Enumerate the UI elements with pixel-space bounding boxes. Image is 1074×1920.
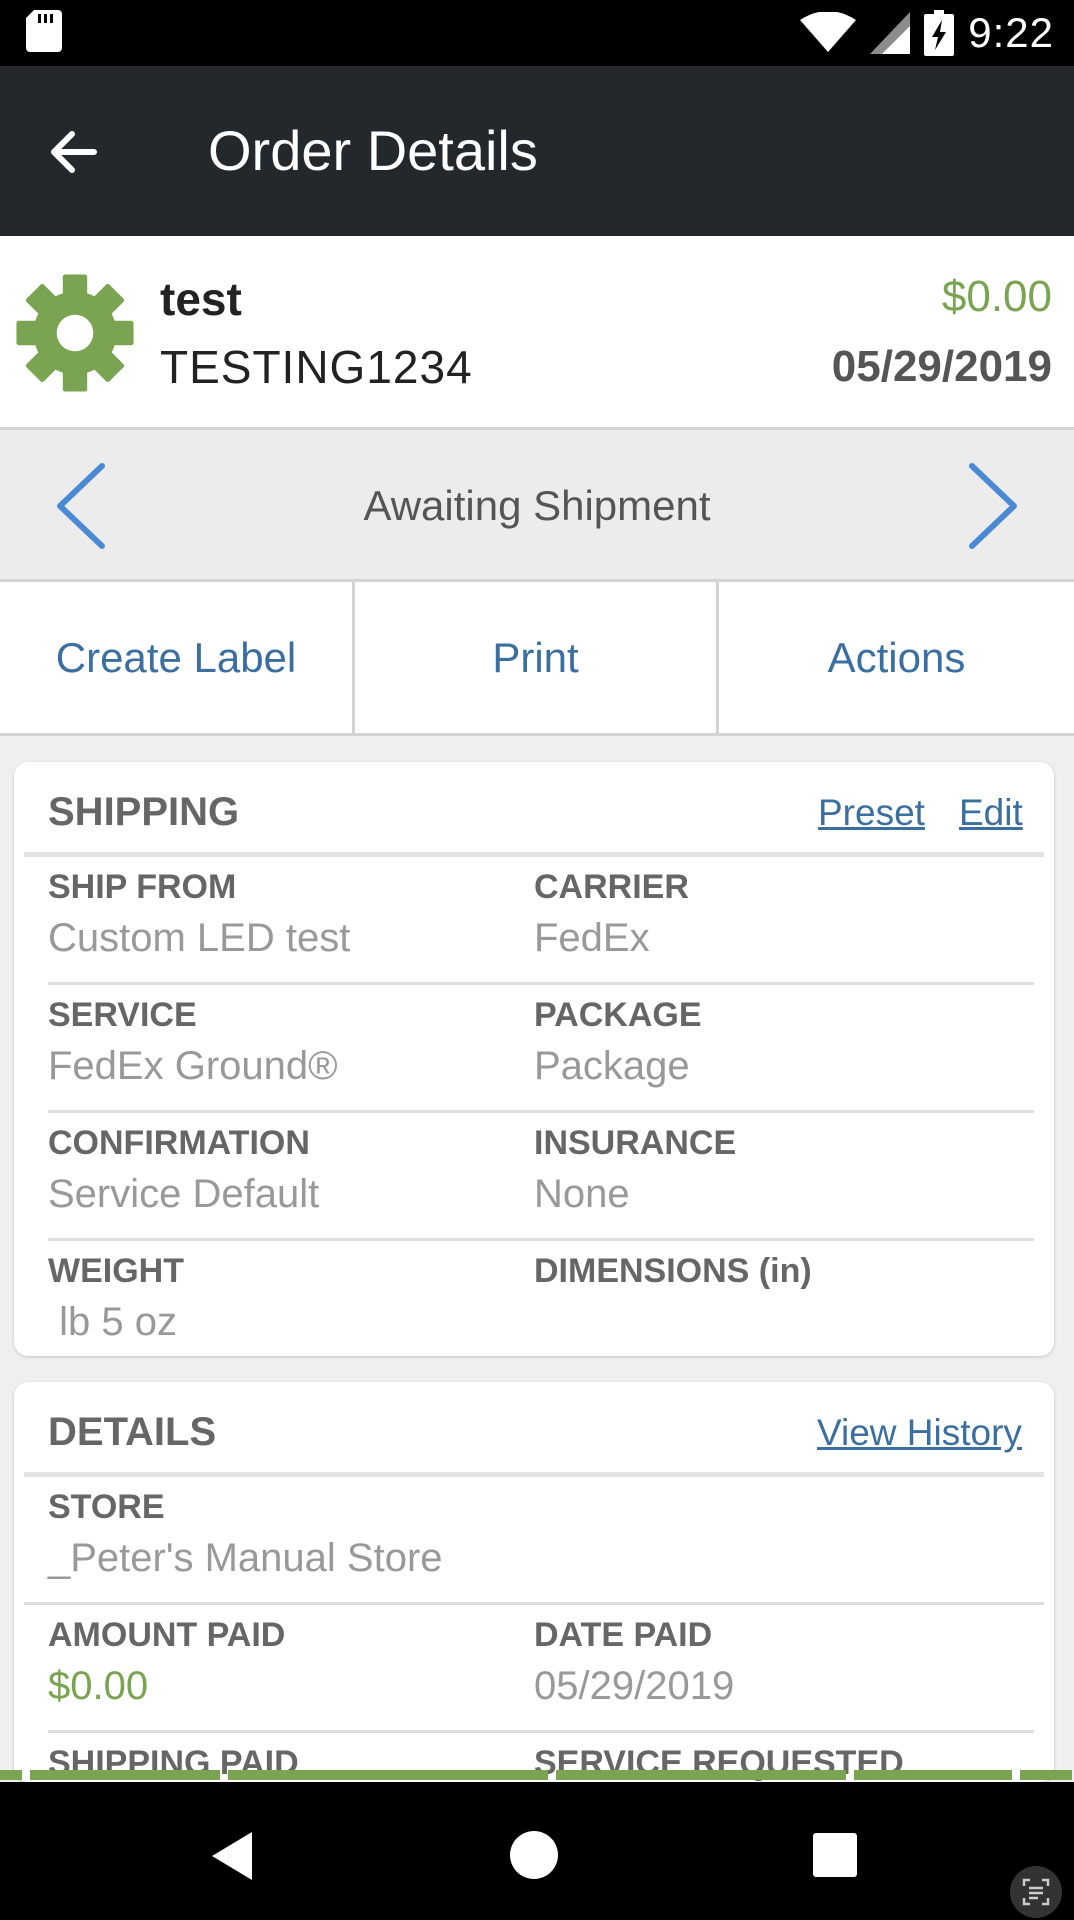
dimensions-label: DIMENSIONS (in) bbox=[534, 1252, 812, 1290]
package-value: Package bbox=[534, 1044, 690, 1088]
package-label: PACKAGE bbox=[534, 996, 702, 1034]
date-paid-label: DATE PAID bbox=[534, 1616, 713, 1654]
status-bar: 9:22 bbox=[0, 0, 1074, 66]
order-date: 05/29/2019 bbox=[831, 342, 1052, 391]
battery-charging-icon bbox=[924, 10, 955, 56]
confirmation-value: Service Default bbox=[48, 1172, 320, 1216]
store-label: STORE bbox=[48, 1488, 165, 1526]
confirmation-label: CONFIRMATION bbox=[48, 1124, 310, 1162]
edit-link[interactable]: Edit bbox=[959, 792, 1023, 834]
screen-text-icon[interactable] bbox=[1010, 1866, 1062, 1918]
ship-from-value: Custom LED test bbox=[48, 916, 351, 960]
signal-icon bbox=[870, 12, 911, 54]
sd-card-icon bbox=[26, 10, 62, 52]
carrier-value: FedEx bbox=[534, 916, 650, 960]
app-bar: Order Details bbox=[0, 66, 1074, 236]
order-number: TESTING1234 bbox=[160, 341, 473, 393]
order-status: Awaiting Shipment bbox=[363, 482, 711, 529]
amount-paid-label: AMOUNT PAID bbox=[48, 1616, 286, 1654]
progress-strip bbox=[0, 1770, 1074, 1782]
shipping-card: SHIPPING Preset Edit SHIP FROM Custom LE… bbox=[14, 762, 1054, 1356]
service-value: FedEx Ground® bbox=[48, 1044, 338, 1088]
insurance-label: INSURANCE bbox=[534, 1124, 737, 1162]
actions-button[interactable]: Actions bbox=[716, 582, 1074, 733]
carrier-label: CARRIER bbox=[534, 868, 689, 906]
view-history-link[interactable]: View History bbox=[817, 1412, 1022, 1454]
divider bbox=[24, 1472, 1044, 1477]
details-card: DETAILS View History STORE _Peter's Manu… bbox=[14, 1382, 1054, 1782]
page-title: Order Details bbox=[208, 119, 538, 182]
chevron-right-icon[interactable] bbox=[964, 460, 1024, 552]
weight-label: WEIGHT bbox=[48, 1252, 184, 1290]
order-customer-name: test bbox=[160, 273, 242, 325]
divider bbox=[24, 1602, 1044, 1605]
gear-icon bbox=[16, 274, 134, 392]
home-circle-icon[interactable] bbox=[509, 1830, 559, 1880]
weight-value: lb 5 oz bbox=[48, 1300, 177, 1344]
divider bbox=[48, 1238, 1034, 1241]
print-button[interactable]: Print bbox=[352, 582, 716, 733]
divider bbox=[48, 1730, 1034, 1733]
back-triangle-icon[interactable] bbox=[208, 1830, 256, 1882]
status-switcher: Awaiting Shipment bbox=[0, 430, 1074, 582]
order-header: test TESTING1234 $0.00 05/29/2019 bbox=[0, 236, 1074, 430]
amount-paid-value: $0.00 bbox=[48, 1664, 149, 1708]
date-paid-value: 05/29/2019 bbox=[534, 1664, 735, 1708]
order-amount: $0.00 bbox=[941, 272, 1052, 321]
divider bbox=[24, 852, 1044, 857]
recents-square-icon[interactable] bbox=[812, 1832, 858, 1878]
divider bbox=[48, 982, 1034, 985]
insurance-value: None bbox=[534, 1172, 630, 1216]
create-label-button[interactable]: Create Label bbox=[0, 582, 352, 733]
shipping-title: SHIPPING bbox=[48, 790, 240, 834]
clock: 9:22 bbox=[968, 9, 1054, 56]
service-label: SERVICE bbox=[48, 996, 197, 1034]
system-nav-bar bbox=[0, 1782, 1074, 1920]
details-title: DETAILS bbox=[48, 1410, 217, 1454]
divider bbox=[48, 1110, 1034, 1113]
ship-from-label: SHIP FROM bbox=[48, 868, 237, 906]
store-value: _Peter's Manual Store bbox=[48, 1536, 443, 1580]
wifi-icon bbox=[800, 12, 857, 52]
action-bar: Create Label Print Actions bbox=[0, 582, 1074, 736]
arrow-left-icon[interactable] bbox=[44, 122, 104, 182]
preset-link[interactable]: Preset bbox=[818, 792, 925, 834]
